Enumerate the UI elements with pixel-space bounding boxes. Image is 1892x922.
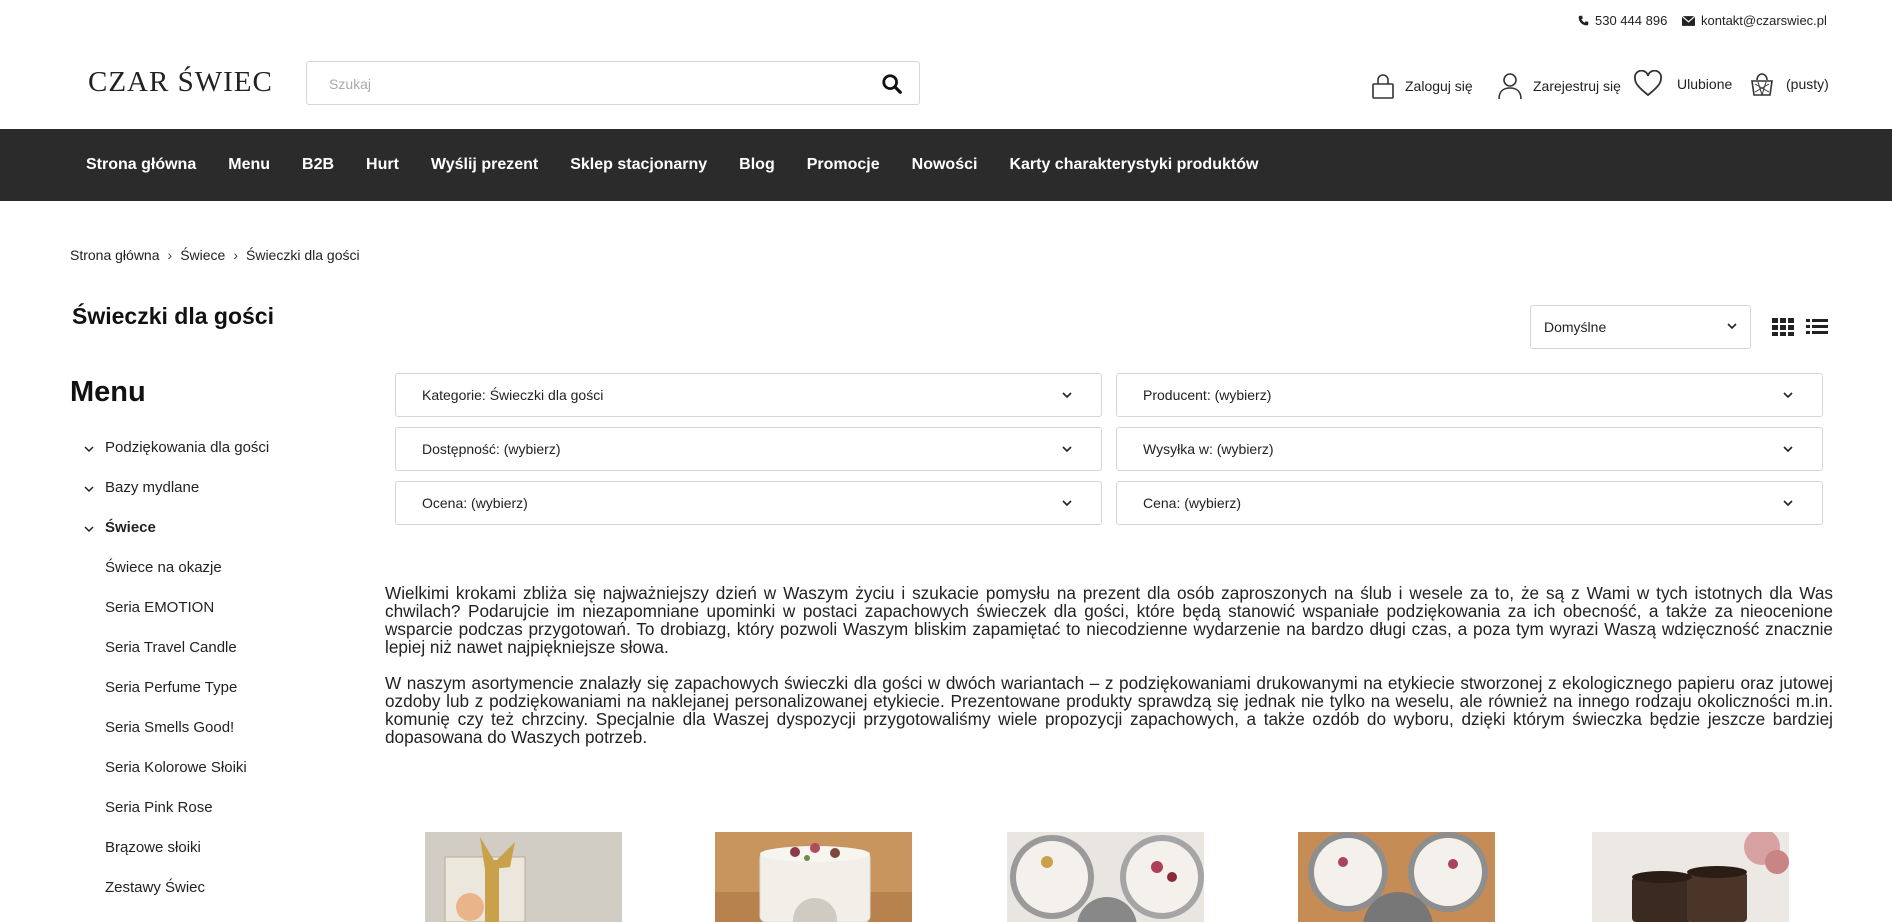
- phone-contact[interactable]: 530 444 896: [1578, 13, 1667, 28]
- filter-label: Kategorie: Świeczki dla gości: [422, 387, 604, 403]
- sidebar-item-colorful-jars[interactable]: Seria Kolorowe Słoiki: [105, 759, 247, 776]
- grid-view-icon[interactable]: [1772, 317, 1794, 337]
- product-photo: [425, 832, 622, 922]
- breadcrumb: Strona główna › Świece › Świeczki dla go…: [70, 247, 360, 263]
- email-address: kontakt@czarswiec.pl: [1701, 13, 1827, 28]
- nav-item-menu[interactable]: Menu: [212, 156, 286, 174]
- search-box: [306, 61, 920, 106]
- chevron-down-icon: [1783, 446, 1793, 453]
- favorites-link[interactable]: Ulubione: [1633, 70, 1732, 97]
- sidebar-item-guest-thanks[interactable]: Podziękowania dla gości: [105, 439, 269, 456]
- nav-item-store[interactable]: Sklep stacjonarny: [554, 156, 723, 174]
- login-link[interactable]: Zaloguj się: [1371, 72, 1473, 100]
- sidebar-item-travel-candle[interactable]: Seria Travel Candle: [105, 639, 237, 656]
- heart-icon: [1634, 70, 1662, 97]
- nav-item-wholesale[interactable]: Hurt: [350, 156, 415, 174]
- chevron-down-icon: [1783, 500, 1793, 507]
- site-logo[interactable]: CZAR ŚWIEC: [88, 66, 273, 99]
- chevron-down-icon[interactable]: [83, 523, 95, 535]
- filter-label: Wysyłka w: (wybierz): [1143, 441, 1274, 457]
- sort-select[interactable]: Domyślne: [1530, 305, 1751, 349]
- breadcrumb-home[interactable]: Strona główna: [70, 247, 160, 263]
- chevron-down-icon[interactable]: [83, 443, 95, 455]
- filter-rating[interactable]: Ocena: (wybierz): [395, 481, 1102, 525]
- filter-label: Dostępność: (wybierz): [422, 441, 561, 457]
- chevron-down-icon[interactable]: [83, 483, 95, 495]
- sidebar-item-pink-rose[interactable]: Seria Pink Rose: [105, 799, 213, 816]
- chevron-right-icon: ›: [233, 247, 238, 263]
- filter-category[interactable]: Kategorie: Świeczki dla gości: [395, 373, 1102, 417]
- favorites-label: Ulubione: [1677, 75, 1733, 92]
- category-description-paragraph: Wielkimi krokami zbliża się najważniejsz…: [385, 583, 1833, 657]
- search-input[interactable]: [327, 62, 851, 106]
- product-image[interactable]: [1592, 832, 1789, 922]
- sidebar-title: Menu: [70, 376, 146, 408]
- filter-label: Cena: (wybierz): [1143, 495, 1242, 511]
- search-icon[interactable]: [881, 73, 903, 95]
- product-image[interactable]: [715, 832, 912, 922]
- product-image[interactable]: [1298, 832, 1495, 922]
- register-label: Zarejestruj się: [1533, 78, 1621, 94]
- filter-producer[interactable]: Producent: (wybierz): [1116, 373, 1823, 417]
- filter-shipping[interactable]: Wysyłka w: (wybierz): [1116, 427, 1823, 471]
- chevron-down-icon: [1062, 500, 1072, 507]
- phone-icon: [1578, 15, 1589, 26]
- register-link[interactable]: Zarejestruj się: [1497, 72, 1621, 100]
- sidebar-item-brown-jars[interactable]: Brązowe słoiki: [105, 839, 201, 856]
- nav-item-product-sheets[interactable]: Karty charakterystyki produktów: [993, 156, 1274, 174]
- page-title: Świeczki dla gości: [72, 303, 274, 329]
- basket-icon: [1751, 73, 1773, 96]
- breadcrumb-candles[interactable]: Świece: [180, 247, 225, 263]
- email-contact[interactable]: kontakt@czarswiec.pl: [1682, 13, 1827, 28]
- list-view-icon[interactable]: [1806, 317, 1828, 337]
- nav-item-home[interactable]: Strona główna: [86, 156, 212, 174]
- nav-item-new[interactable]: Nowości: [896, 156, 994, 174]
- product-photo: [1592, 832, 1789, 922]
- product-photo: [1007, 832, 1204, 922]
- sidebar-item-perfume-type[interactable]: Seria Perfume Type: [105, 679, 237, 696]
- filter-label: Ocena: (wybierz): [422, 495, 528, 511]
- sidebar-item-emotion[interactable]: Seria EMOTION: [105, 599, 214, 616]
- cart-link[interactable]: (pusty): [1750, 71, 1829, 97]
- filter-label: Producent: (wybierz): [1143, 387, 1272, 403]
- product-image[interactable]: [425, 832, 622, 922]
- nav-item-blog[interactable]: Blog: [723, 156, 791, 174]
- sidebar-item-candle-sets[interactable]: Zestawy Świec: [105, 879, 205, 896]
- sidebar-item-smells-good[interactable]: Seria Smells Good!: [105, 719, 234, 736]
- nav-item-b2b[interactable]: B2B: [286, 156, 350, 174]
- filter-availability[interactable]: Dostępność: (wybierz): [395, 427, 1102, 471]
- login-label: Zaloguj się: [1405, 78, 1473, 94]
- chevron-down-icon: [1727, 323, 1737, 330]
- sidebar-item-soap-bases[interactable]: Bazy mydlane: [105, 479, 199, 496]
- envelope-icon: [1682, 15, 1695, 26]
- sidebar-item-candles[interactable]: Świece: [105, 519, 156, 536]
- chevron-down-icon: [1062, 392, 1072, 399]
- product-image[interactable]: [1007, 832, 1204, 922]
- top-contact-bar: 530 444 896 kontakt@czarswiec.pl: [0, 0, 1892, 40]
- chevron-right-icon: ›: [167, 247, 173, 263]
- user-icon: [1498, 73, 1522, 100]
- main-nav: Strona główna Menu B2B Hurt Wyślij preze…: [0, 129, 1892, 201]
- product-photo: [715, 832, 912, 922]
- nav-item-promotions[interactable]: Promocje: [791, 156, 896, 174]
- category-description-paragraph: W naszym asortymencie znalazły się zapac…: [385, 673, 1833, 747]
- lock-icon: [1372, 74, 1394, 99]
- chevron-down-icon: [1062, 446, 1072, 453]
- product-photo: [1298, 832, 1495, 922]
- cart-label: (pusty): [1786, 76, 1829, 92]
- sidebar-item-occasion-candles[interactable]: Świece na okazje: [105, 559, 222, 576]
- filter-price[interactable]: Cena: (wybierz): [1116, 481, 1823, 525]
- chevron-down-icon: [1783, 392, 1793, 399]
- breadcrumb-current: Świeczki dla gości: [246, 247, 360, 263]
- phone-number: 530 444 896: [1595, 13, 1668, 28]
- nav-item-send-gift[interactable]: Wyślij prezent: [415, 156, 554, 174]
- sort-selected-value: Domyślne: [1544, 319, 1607, 335]
